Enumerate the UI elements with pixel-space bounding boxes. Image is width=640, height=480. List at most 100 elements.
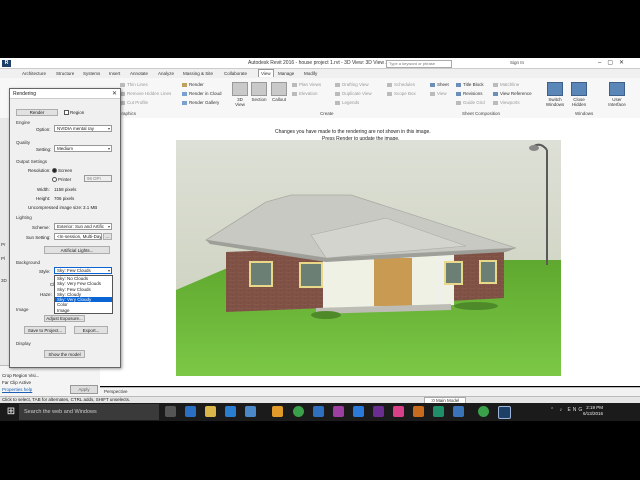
ribbon-render-gallery[interactable]: Render Gallery: [182, 100, 219, 105]
background-style-select[interactable]: Sky: Few Clouds ▾: [54, 267, 112, 274]
left-strip-item[interactable]: 3D: [1, 278, 7, 283]
ribbon-legends[interactable]: Legends: [335, 100, 359, 105]
search-input[interactable]: Type a keyword or phrase: [386, 60, 452, 68]
indesign-icon[interactable]: [393, 406, 404, 417]
ribbon-close-hidden[interactable]: Close Hidden: [569, 82, 589, 107]
file-explorer-icon[interactable]: [205, 406, 216, 417]
ribbon-guide-grid[interactable]: Guide Grid: [456, 100, 485, 105]
width-label: Width:: [37, 187, 50, 192]
sun-setting-browse-button[interactable]: …: [103, 233, 112, 240]
tab-massing-site[interactable]: Massing & Site: [183, 71, 213, 76]
height-label: Height:: [36, 196, 51, 201]
image-section: Image: [16, 307, 29, 312]
photoshop-icon[interactable]: [353, 406, 364, 417]
chrome-icon[interactable]: [293, 406, 304, 417]
ribbon-3d-view[interactable]: 3D View: [232, 82, 248, 107]
ribbon-title-block[interactable]: Title Block: [456, 82, 484, 87]
apply-button[interactable]: Apply: [70, 385, 98, 394]
task-view-icon[interactable]: [165, 406, 176, 417]
ribbon-view-reference[interactable]: View Reference: [493, 91, 532, 96]
tab-structure[interactable]: Structure: [56, 71, 74, 76]
ribbon-sheet-view[interactable]: View: [430, 91, 447, 96]
ribbon-plan-views[interactable]: Plan Views: [292, 82, 321, 87]
ribbon-schedules[interactable]: Schedules: [387, 82, 415, 87]
tab-analyze[interactable]: Analyze: [158, 71, 174, 76]
region-checkbox[interactable]: Region: [64, 110, 84, 116]
ribbon-render-in-cloud[interactable]: Render in Cloud: [182, 91, 222, 96]
app-icon[interactable]: [433, 406, 444, 417]
background-style-dropdown[interactable]: Sky: No Clouds Sky: Very Few Clouds Sky:…: [54, 275, 113, 315]
illustrator-icon[interactable]: [413, 406, 424, 417]
app-icon[interactable]: [313, 406, 324, 417]
tab-systems[interactable]: Systems: [83, 71, 100, 76]
window-left: [299, 262, 323, 288]
ribbon-revisions[interactable]: Revisions: [456, 91, 483, 96]
printer-radio[interactable]: Printer: [52, 177, 71, 183]
sun-setting-field[interactable]: <In-session, Multi-Day: [54, 233, 102, 240]
tab-collaborate[interactable]: Collaborate: [224, 71, 247, 76]
mail-icon[interactable]: [245, 406, 256, 417]
ribbon-elevation[interactable]: Elevation: [292, 91, 318, 96]
ribbon-scope-box[interactable]: Scope Box: [387, 91, 416, 96]
front-door: [374, 258, 412, 306]
save-to-project-button[interactable]: Save to Project...: [24, 326, 66, 334]
window-controls[interactable]: –▢✕: [598, 59, 630, 66]
left-strip-item[interactable]: Pr: [1, 242, 6, 247]
ribbon-user-interface[interactable]: User Interface: [605, 82, 629, 107]
ribbon-render[interactable]: Render: [182, 82, 204, 87]
dpi-select[interactable]: 96 DPI: [84, 175, 112, 182]
ribbon-drafting-view[interactable]: Drafting View: [335, 82, 369, 87]
revit-taskbar-icon[interactable]: [498, 406, 511, 419]
tab-manage[interactable]: Manage: [278, 71, 294, 76]
premiere-icon[interactable]: [373, 406, 384, 417]
edge-icon[interactable]: [185, 406, 196, 417]
ribbon-thin-lines[interactable]: Thin Lines: [120, 82, 148, 87]
rendering-dialog: Rendering ✕ Render Region Engine Option:…: [9, 88, 121, 368]
ribbon-switch-windows[interactable]: Switch Windows: [543, 82, 567, 107]
taskbar-search-input[interactable]: Search the web and Windows: [19, 404, 159, 420]
tab-architecture[interactable]: Architecture: [22, 71, 46, 76]
ribbon-sheet[interactable]: Sheet: [430, 82, 449, 87]
ribbon-remove-hidden-lines[interactable]: Remove Hidden Lines: [120, 91, 171, 96]
dialog-title-bar[interactable]: Rendering ✕: [10, 89, 120, 99]
left-strip-item[interactable]: Pl: [1, 256, 5, 261]
ribbon-viewports[interactable]: Viewports: [493, 100, 520, 105]
tab-annotate[interactable]: Annotate: [130, 71, 148, 76]
export-button[interactable]: Export...: [74, 326, 108, 334]
engine-option-select[interactable]: NVIDIA mental ray ▾: [54, 125, 112, 132]
system-tray-icons[interactable]: ⌃ ♪ ENG: [550, 407, 584, 413]
ribbon-cut-profile[interactable]: Cut Profile: [120, 100, 148, 105]
show-model-button[interactable]: Show the model: [44, 350, 85, 358]
ribbon-duplicate-view[interactable]: Duplicate View: [335, 91, 372, 96]
onenote-icon[interactable]: [333, 406, 344, 417]
engine-section: Engine: [16, 120, 31, 125]
properties-help-link[interactable]: Properties help: [2, 387, 32, 392]
tab-modify[interactable]: Modify: [304, 71, 317, 76]
sign-in-link[interactable]: Sign In: [510, 60, 524, 65]
dropdown-option[interactable]: Image: [55, 308, 112, 313]
windows-start-icon[interactable]: ⊞: [4, 405, 18, 419]
window-title: Autodesk Revit 2016 - house project 1.rv…: [248, 60, 389, 66]
ribbon-matchline[interactable]: Matchline: [493, 82, 519, 87]
tab-view[interactable]: View: [258, 69, 274, 77]
chrome-icon[interactable]: [478, 406, 489, 417]
close-icon[interactable]: ✕: [112, 90, 117, 97]
revit-logo-icon[interactable]: R: [2, 60, 11, 67]
screen-radio[interactable]: Screen: [52, 168, 72, 174]
porch-column: [438, 252, 443, 307]
tab-insert[interactable]: Insert: [109, 71, 120, 76]
quality-setting-select[interactable]: Medium ▾: [54, 145, 112, 152]
word-icon[interactable]: [453, 406, 464, 417]
lighting-scheme-select[interactable]: Exterior: Sun and Artific ▾: [54, 223, 112, 230]
panel-label-create: Create: [320, 111, 334, 116]
store-icon[interactable]: [225, 406, 236, 417]
adjust-exposure-button[interactable]: Adjust Exposure...: [44, 315, 85, 322]
firefox-icon[interactable]: [272, 406, 283, 417]
render-button[interactable]: Render: [16, 109, 58, 116]
ribbon-section[interactable]: Section: [250, 82, 268, 102]
style-label: Style:: [39, 269, 51, 274]
clock[interactable]: 2:19 PM 6/13/2016: [583, 405, 603, 417]
artificial-lights-button[interactable]: Artificial Lights...: [44, 246, 110, 254]
ribbon-callout[interactable]: Callout: [270, 82, 288, 102]
view-scale-label[interactable]: Perspective: [104, 389, 128, 394]
